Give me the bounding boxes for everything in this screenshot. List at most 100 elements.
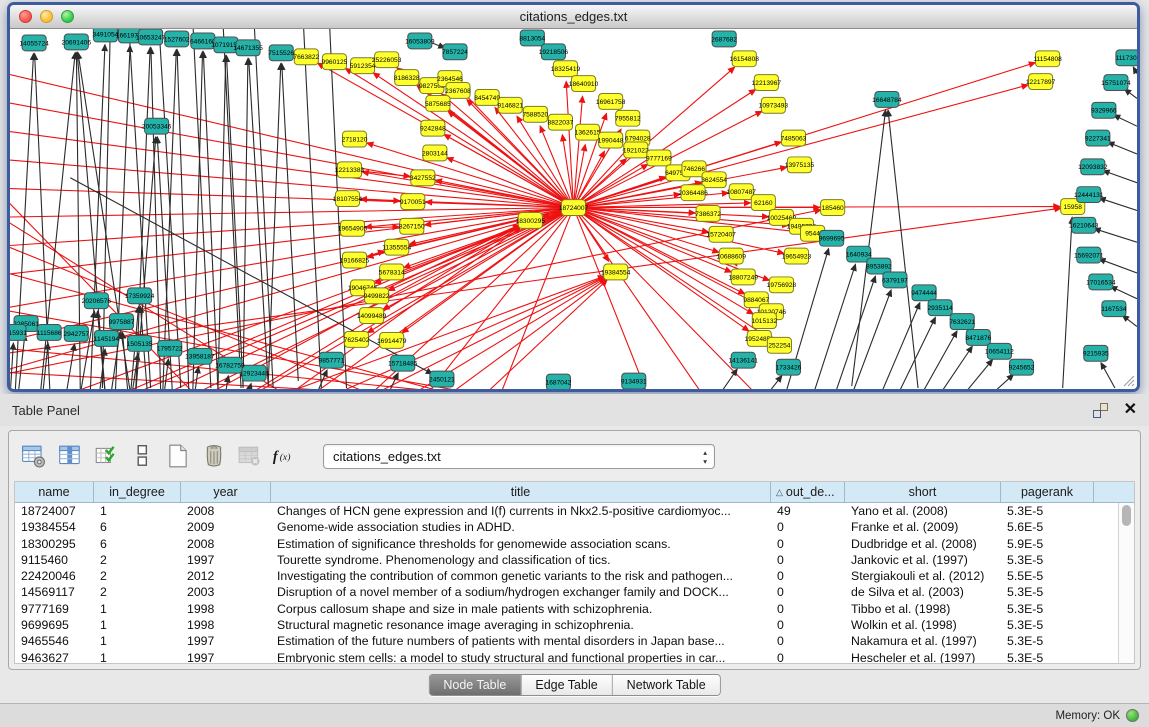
- network-node[interactable]: 1115686: [37, 325, 62, 341]
- network-node[interactable]: 62160: [751, 195, 775, 211]
- network-node[interactable]: 14055724: [19, 35, 49, 51]
- network-node[interactable]: 9699695: [819, 230, 845, 246]
- network-node[interactable]: 8471876: [965, 329, 991, 345]
- network-node[interactable]: 8267150: [399, 218, 425, 234]
- table-row[interactable]: 969969511998Structural magnetic resonanc…: [15, 617, 1134, 633]
- network-node[interactable]: 1505135: [127, 335, 153, 351]
- network-node[interactable]: 16782759: [215, 357, 245, 373]
- network-node[interactable]: 14136141: [729, 352, 759, 368]
- network-node[interactable]: 20206576: [82, 293, 112, 309]
- network-node[interactable]: 17016534: [1086, 274, 1116, 290]
- network-node[interactable]: 3427552: [410, 170, 436, 186]
- network-node[interactable]: 11154808: [1033, 51, 1062, 67]
- network-node-hub[interactable]: 18724007: [559, 200, 589, 216]
- column-header-short[interactable]: short: [845, 482, 1001, 502]
- table-row[interactable]: 946362711997Embryonic stem cells: a mode…: [15, 650, 1134, 664]
- network-node[interactable]: 2718120: [342, 131, 368, 147]
- network-node[interactable]: 9975887: [109, 314, 135, 330]
- network-node[interactable]: 10653247: [136, 29, 166, 45]
- network-node[interactable]: 10688609: [716, 248, 746, 264]
- network-node[interactable]: 7386372: [695, 206, 721, 222]
- network-node[interactable]: 1795722: [157, 340, 183, 356]
- network-node[interactable]: 252254: [767, 337, 791, 353]
- network-node[interactable]: 7663822: [293, 49, 319, 65]
- network-node[interactable]: 20364486: [678, 185, 708, 201]
- network-graph[interactable]: 1405572420691406349105416619771106532471…: [10, 29, 1137, 389]
- network-node[interactable]: 25226053: [372, 52, 402, 68]
- network-node[interactable]: 185460: [821, 200, 845, 216]
- table-row[interactable]: 946554611997Estimation of the future num…: [15, 633, 1134, 649]
- network-node[interactable]: 9245652: [1009, 359, 1035, 375]
- network-node[interactable]: 10973493: [759, 97, 789, 113]
- network-node[interactable]: 12217897: [1026, 74, 1056, 90]
- network-node[interactable]: 13975135: [785, 157, 815, 173]
- network-node[interactable]: 5678314: [379, 264, 405, 280]
- table-select-dropdown[interactable]: citations_edges.txt▴▾: [323, 444, 715, 469]
- network-node[interactable]: 9146821: [497, 97, 523, 113]
- network-node[interactable]: 8822037: [548, 114, 574, 130]
- network-node[interactable]: 3915931: [10, 325, 27, 341]
- select-all-button[interactable]: [91, 442, 120, 471]
- network-node[interactable]: 9215935: [1083, 345, 1109, 361]
- network-node[interactable]: 18640910: [569, 76, 599, 92]
- network-node[interactable]: 6379197: [882, 272, 908, 288]
- network-node[interactable]: 9857771: [319, 352, 345, 368]
- tab-edge-table[interactable]: Edge Table: [521, 675, 612, 695]
- column-header-indegree[interactable]: in_degree: [94, 482, 181, 502]
- network-node[interactable]: 9960125: [322, 54, 348, 70]
- network-node[interactable]: 1145194: [94, 330, 120, 346]
- network-node[interactable]: 14099489: [357, 308, 387, 324]
- network-node[interactable]: 5875685: [425, 95, 451, 111]
- network-node[interactable]: 16053809: [405, 33, 435, 49]
- network-node[interactable]: 16961758: [596, 93, 626, 109]
- network-node[interactable]: 1015132: [751, 313, 777, 329]
- network-node[interactable]: 19218506: [539, 44, 569, 60]
- float-panel-icon[interactable]: [1093, 403, 1108, 418]
- network-node[interactable]: 7857224: [442, 44, 468, 60]
- table-row[interactable]: 2242004622012Investigating the contribut…: [15, 568, 1134, 584]
- network-node[interactable]: 1527602: [164, 31, 190, 47]
- network-node[interactable]: 8186328: [394, 70, 420, 86]
- network-node[interactable]: 7515526: [268, 45, 294, 61]
- network-node[interactable]: 12213383: [335, 162, 365, 178]
- network-node[interactable]: 16914479: [377, 332, 407, 348]
- column-header-outde[interactable]: △out_de...: [771, 482, 845, 502]
- network-node[interactable]: 7955812: [615, 110, 641, 126]
- network-node[interactable]: 18300295: [516, 212, 546, 228]
- network-node[interactable]: 1117305: [1116, 50, 1137, 66]
- network-node[interactable]: 9499822: [364, 288, 390, 304]
- network-node[interactable]: 16154808: [730, 51, 760, 67]
- network-node[interactable]: 2935114: [927, 300, 953, 316]
- select-columns-button[interactable]: [55, 442, 84, 471]
- network-node[interactable]: 18325419: [551, 61, 581, 77]
- network-node[interactable]: 1167534: [1101, 301, 1127, 317]
- swap-rows-button[interactable]: [127, 442, 156, 471]
- network-node[interactable]: 12213967: [752, 75, 782, 91]
- column-header-pagerank[interactable]: pagerank: [1001, 482, 1094, 502]
- network-node[interactable]: 15692071: [1074, 247, 1104, 263]
- tab-node-table[interactable]: Node Table: [429, 675, 521, 695]
- network-node[interactable]: 13958187: [185, 348, 215, 364]
- network-node[interactable]: 19166825: [340, 252, 370, 268]
- network-node[interactable]: 1733426: [776, 359, 802, 375]
- network-node[interactable]: 19384554: [601, 264, 631, 280]
- network-node[interactable]: 2803144: [422, 145, 448, 161]
- column-header-year[interactable]: year: [181, 482, 271, 502]
- close-panel-icon[interactable]: ✕: [1124, 402, 1137, 418]
- network-node[interactable]: 19654923: [782, 248, 812, 264]
- network-node[interactable]: 9777169: [646, 150, 672, 166]
- column-header-title[interactable]: title: [271, 482, 771, 502]
- network-node[interactable]: 16648784: [872, 91, 902, 107]
- new-table-button[interactable]: [163, 442, 192, 471]
- resize-grip[interactable]: [1121, 373, 1135, 387]
- network-node[interactable]: 14671355: [233, 40, 263, 56]
- close-window-button[interactable]: [19, 10, 32, 23]
- network-node[interactable]: 2450121: [429, 371, 455, 387]
- zoom-window-button[interactable]: [61, 10, 74, 23]
- network-node[interactable]: 9474444: [911, 285, 937, 301]
- delete-rows-button[interactable]: [199, 442, 228, 471]
- network-node[interactable]: 20053346: [142, 118, 172, 134]
- network-node[interactable]: 12444131: [1074, 187, 1104, 203]
- table-settings-button[interactable]: [19, 442, 48, 471]
- network-node[interactable]: 19654905: [338, 220, 368, 236]
